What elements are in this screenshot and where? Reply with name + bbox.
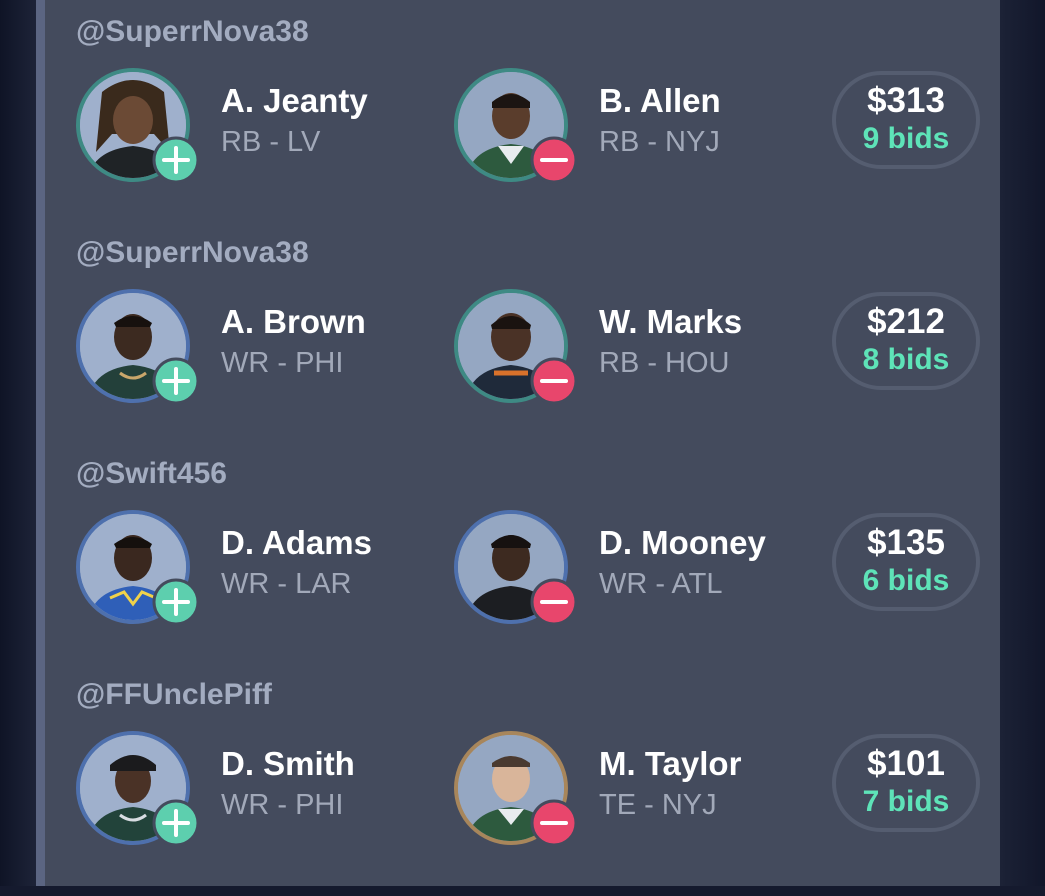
player-added[interactable]: A. Brown WR - PHI bbox=[76, 289, 436, 409]
player-name: A. Brown bbox=[221, 303, 366, 340]
bid-amount: $212 bbox=[867, 302, 945, 341]
remove-icon[interactable] bbox=[530, 799, 578, 847]
player-name: D. Mooney bbox=[599, 524, 766, 561]
add-icon[interactable] bbox=[152, 136, 200, 184]
add-icon[interactable] bbox=[152, 578, 200, 626]
player-name: M. Taylor bbox=[599, 745, 742, 782]
player-dropped[interactable]: M. Taylor TE - NYJ bbox=[454, 731, 814, 851]
trade-row: @Swift456 D. Adams WR - LAR D. Mooney WR… bbox=[45, 454, 1000, 675]
remove-icon[interactable] bbox=[530, 578, 578, 626]
player-position: WR - PHI bbox=[221, 347, 344, 379]
player-name: D. Adams bbox=[221, 524, 372, 561]
remove-icon[interactable] bbox=[530, 136, 578, 184]
player-position: TE - NYJ bbox=[599, 789, 717, 821]
player-position: RB - NYJ bbox=[599, 126, 720, 158]
player-position: WR - PHI bbox=[221, 789, 344, 821]
player-dropped[interactable]: D. Mooney WR - ATL bbox=[454, 510, 814, 630]
background-right-edge bbox=[1000, 0, 1045, 886]
trade-row: @FFUnclePiff D. Smith WR - PHI M. Taylor… bbox=[45, 675, 1000, 896]
remove-icon[interactable] bbox=[530, 357, 578, 405]
player-position: WR - ATL bbox=[599, 568, 723, 600]
player-name: A. Jeanty bbox=[221, 82, 368, 119]
bid-count: 8 bids bbox=[862, 343, 950, 376]
trades-panel: @SuperrNova38 A. Jeanty RB - LV B. Allen… bbox=[36, 0, 1000, 886]
add-icon[interactable] bbox=[152, 799, 200, 847]
user-handle[interactable]: @FFUnclePiff bbox=[76, 675, 272, 715]
user-handle[interactable]: @Swift456 bbox=[76, 454, 227, 494]
trade-row: @SuperrNova38 A. Brown WR - PHI W. Marks… bbox=[45, 233, 1000, 454]
bid-count: 9 bids bbox=[862, 122, 950, 155]
bid-summary[interactable]: $135 6 bids bbox=[832, 513, 980, 611]
bid-amount: $101 bbox=[867, 744, 945, 783]
user-handle[interactable]: @SuperrNova38 bbox=[76, 12, 309, 52]
bid-amount: $313 bbox=[867, 81, 945, 120]
bid-summary[interactable]: $313 9 bids bbox=[832, 71, 980, 169]
player-added[interactable]: D. Smith WR - PHI bbox=[76, 731, 436, 851]
player-position: WR - LAR bbox=[221, 568, 352, 600]
player-name: B. Allen bbox=[599, 82, 721, 119]
player-position: RB - LV bbox=[221, 126, 321, 158]
background-left-edge bbox=[0, 0, 36, 886]
add-icon[interactable] bbox=[152, 357, 200, 405]
trade-row: @SuperrNova38 A. Jeanty RB - LV B. Allen… bbox=[45, 12, 1000, 233]
player-name: D. Smith bbox=[221, 745, 355, 782]
player-dropped[interactable]: B. Allen RB - NYJ bbox=[454, 68, 814, 188]
bid-count: 6 bids bbox=[862, 564, 950, 597]
player-position: RB - HOU bbox=[599, 347, 730, 379]
user-handle[interactable]: @SuperrNova38 bbox=[76, 233, 309, 273]
player-name: W. Marks bbox=[599, 303, 743, 340]
player-dropped[interactable]: W. Marks RB - HOU bbox=[454, 289, 814, 409]
bid-summary[interactable]: $212 8 bids bbox=[832, 292, 980, 390]
player-added[interactable]: D. Adams WR - LAR bbox=[76, 510, 436, 630]
player-added[interactable]: A. Jeanty RB - LV bbox=[76, 68, 436, 188]
bid-summary[interactable]: $101 7 bids bbox=[832, 734, 980, 832]
bid-count: 7 bids bbox=[862, 785, 950, 818]
bid-amount: $135 bbox=[867, 523, 945, 562]
